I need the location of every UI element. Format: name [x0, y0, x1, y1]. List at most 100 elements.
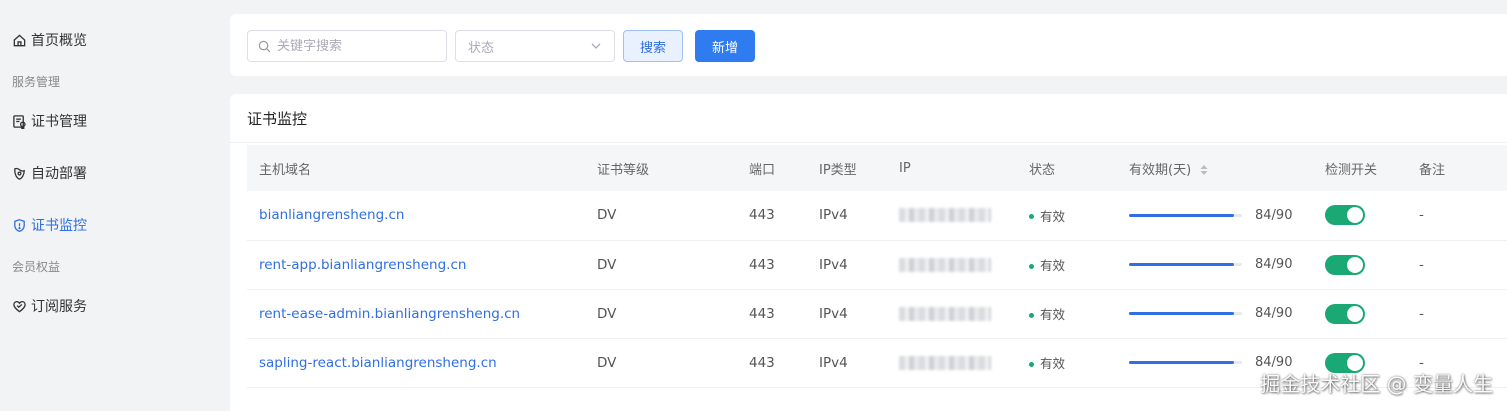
- cell-ip-type: IPv4: [807, 191, 887, 241]
- column-header-check-switch: 检测开关: [1313, 145, 1407, 191]
- sidebar-item-cert-monitor[interactable]: 证书监控: [12, 212, 87, 238]
- check-toggle[interactable]: [1325, 254, 1365, 275]
- cell-ip: [887, 240, 1017, 290]
- cell-port: 443: [737, 338, 807, 388]
- ip-redacted: [899, 257, 991, 272]
- cell-host: rent-ease-admin.bianliangrensheng.cn: [247, 289, 585, 339]
- sidebar-section-membership: 会员权益: [12, 260, 61, 274]
- toggle-knob: [1347, 207, 1363, 224]
- divider: [230, 142, 1507, 143]
- table-row[interactable]: rent-app.bianliangrensheng.cn DV 443 IPv…: [247, 240, 1507, 290]
- validity-label: 84/90: [1255, 257, 1293, 272]
- status-dot-icon: [1029, 312, 1034, 318]
- cell-port: 443: [737, 191, 807, 241]
- search-button[interactable]: 搜索: [623, 30, 683, 62]
- sidebar-item-label: 首页概览: [31, 33, 87, 49]
- validity-progress-bar: [1129, 213, 1242, 217]
- validity-progress-fill: [1129, 361, 1235, 364]
- sidebar-item-label: 证书管理: [31, 114, 87, 130]
- cell-validity: 84/90: [1117, 240, 1313, 290]
- cell-status: 有效: [1017, 240, 1117, 290]
- check-toggle[interactable]: [1325, 303, 1365, 324]
- cell-remark: -: [1407, 289, 1507, 339]
- search-box[interactable]: [247, 30, 447, 62]
- cell-host: sapling-react.bianliangrensheng.cn: [247, 338, 585, 388]
- cell-host: rent-app.bianliangrensheng.cn: [247, 240, 585, 290]
- cell-validity: 84/90: [1117, 191, 1313, 241]
- cell-ip-type: IPv4: [807, 289, 887, 339]
- column-header-port: 端口: [737, 145, 807, 191]
- cert-table: 主机域名 证书等级 端口 IP类型 IP 状态 有效期(天) 检测开关 备注 b…: [247, 145, 1507, 388]
- watermark: 掘金技术社区 @ 变量人生: [1260, 372, 1493, 396]
- status-dot-icon: [1029, 361, 1034, 367]
- column-header-ip: IP: [887, 145, 1017, 191]
- cell-level: DV: [585, 240, 737, 290]
- sidebar-section-service: 服务管理: [12, 75, 61, 89]
- ip-redacted: [899, 306, 991, 321]
- chevron-down-icon: [591, 43, 601, 49]
- sidebar-item-subscription[interactable]: 订阅服务: [12, 293, 87, 319]
- cell-host: bianliangrensheng.cn: [247, 191, 585, 241]
- sidebar-item-label: 证书监控: [31, 218, 87, 234]
- cell-check-switch: [1313, 289, 1407, 339]
- search-icon: [258, 40, 271, 52]
- validity-label: 84/90: [1255, 207, 1293, 223]
- sidebar-item-home[interactable]: 首页概览: [12, 27, 87, 53]
- column-header-validity[interactable]: 有效期(天): [1117, 145, 1313, 191]
- ip-redacted: [899, 355, 991, 370]
- status-dot-icon: [1029, 263, 1034, 269]
- add-button[interactable]: 新增: [695, 30, 755, 62]
- host-link[interactable]: sapling-react.bianliangrensheng.cn: [259, 355, 497, 371]
- cell-level: DV: [585, 191, 737, 241]
- status-badge: 有效: [1040, 208, 1066, 224]
- cell-ip-type: IPv4: [807, 240, 887, 290]
- toggle-knob: [1347, 305, 1363, 322]
- column-header-host: 主机域名: [247, 145, 585, 191]
- certificate-icon: [13, 114, 26, 129]
- sidebar-item-label: 订阅服务: [31, 299, 87, 315]
- cell-check-switch: [1313, 240, 1407, 290]
- table-header-row: 主机域名 证书等级 端口 IP类型 IP 状态 有效期(天) 检测开关 备注: [247, 145, 1507, 191]
- cell-ip-type: IPv4: [807, 338, 887, 388]
- status-badge: 有效: [1040, 307, 1066, 322]
- status-dot-icon: [1029, 214, 1034, 220]
- table-row[interactable]: bianliangrensheng.cn DV 443 IPv4 有效 84/9…: [247, 191, 1507, 241]
- cell-port: 443: [737, 240, 807, 290]
- cell-level: DV: [585, 289, 737, 339]
- cert-monitor-panel: 证书监控 主机域名 证书等级 端口 IP类型 IP 状态 有效期(天) 检测开关…: [230, 94, 1507, 411]
- cell-remark: -: [1407, 240, 1507, 290]
- sort-icon[interactable]: [1199, 164, 1209, 176]
- sidebar: 首页概览 服务管理 证书管理 自动部署 证书监控 会员权益 订阅服务: [0, 0, 230, 411]
- validity-progress-fill: [1129, 263, 1235, 266]
- cell-remark: -: [1407, 191, 1507, 241]
- validity-progress-bar: [1129, 312, 1242, 315]
- deploy-icon: [14, 167, 25, 180]
- cell-status: 有效: [1017, 191, 1117, 241]
- host-link[interactable]: rent-app.bianliangrensheng.cn: [259, 257, 466, 273]
- column-header-remark: 备注: [1407, 145, 1507, 191]
- sidebar-item-deploy[interactable]: 自动部署: [12, 160, 87, 186]
- cell-check-switch: [1313, 191, 1407, 241]
- heart-icon: [13, 300, 26, 312]
- column-header-status: 状态: [1017, 145, 1117, 191]
- validity-progress-fill: [1129, 213, 1235, 217]
- cell-ip: [887, 191, 1017, 241]
- ip-redacted: [899, 208, 991, 223]
- host-link[interactable]: bianliangrensheng.cn: [259, 207, 404, 223]
- column-header-validity-label: 有效期(天): [1129, 162, 1192, 178]
- sidebar-item-label: 自动部署: [31, 166, 87, 182]
- filter-panel: 状态 搜索 新增: [230, 14, 1507, 76]
- cell-status: 有效: [1017, 289, 1117, 339]
- status-select[interactable]: 状态: [455, 30, 615, 62]
- cell-validity: 84/90: [1117, 289, 1313, 339]
- check-toggle[interactable]: [1325, 205, 1365, 226]
- sidebar-item-certificates[interactable]: 证书管理: [12, 108, 87, 134]
- cell-status: 有效: [1017, 338, 1117, 388]
- shield-icon: [14, 218, 25, 232]
- validity-progress-fill: [1129, 312, 1235, 315]
- search-input[interactable]: [277, 38, 437, 54]
- status-badge: 有效: [1040, 258, 1066, 273]
- table-row[interactable]: rent-ease-admin.bianliangrensheng.cn DV …: [247, 289, 1507, 339]
- host-link[interactable]: rent-ease-admin.bianliangrensheng.cn: [259, 306, 520, 322]
- cell-ip: [887, 338, 1017, 388]
